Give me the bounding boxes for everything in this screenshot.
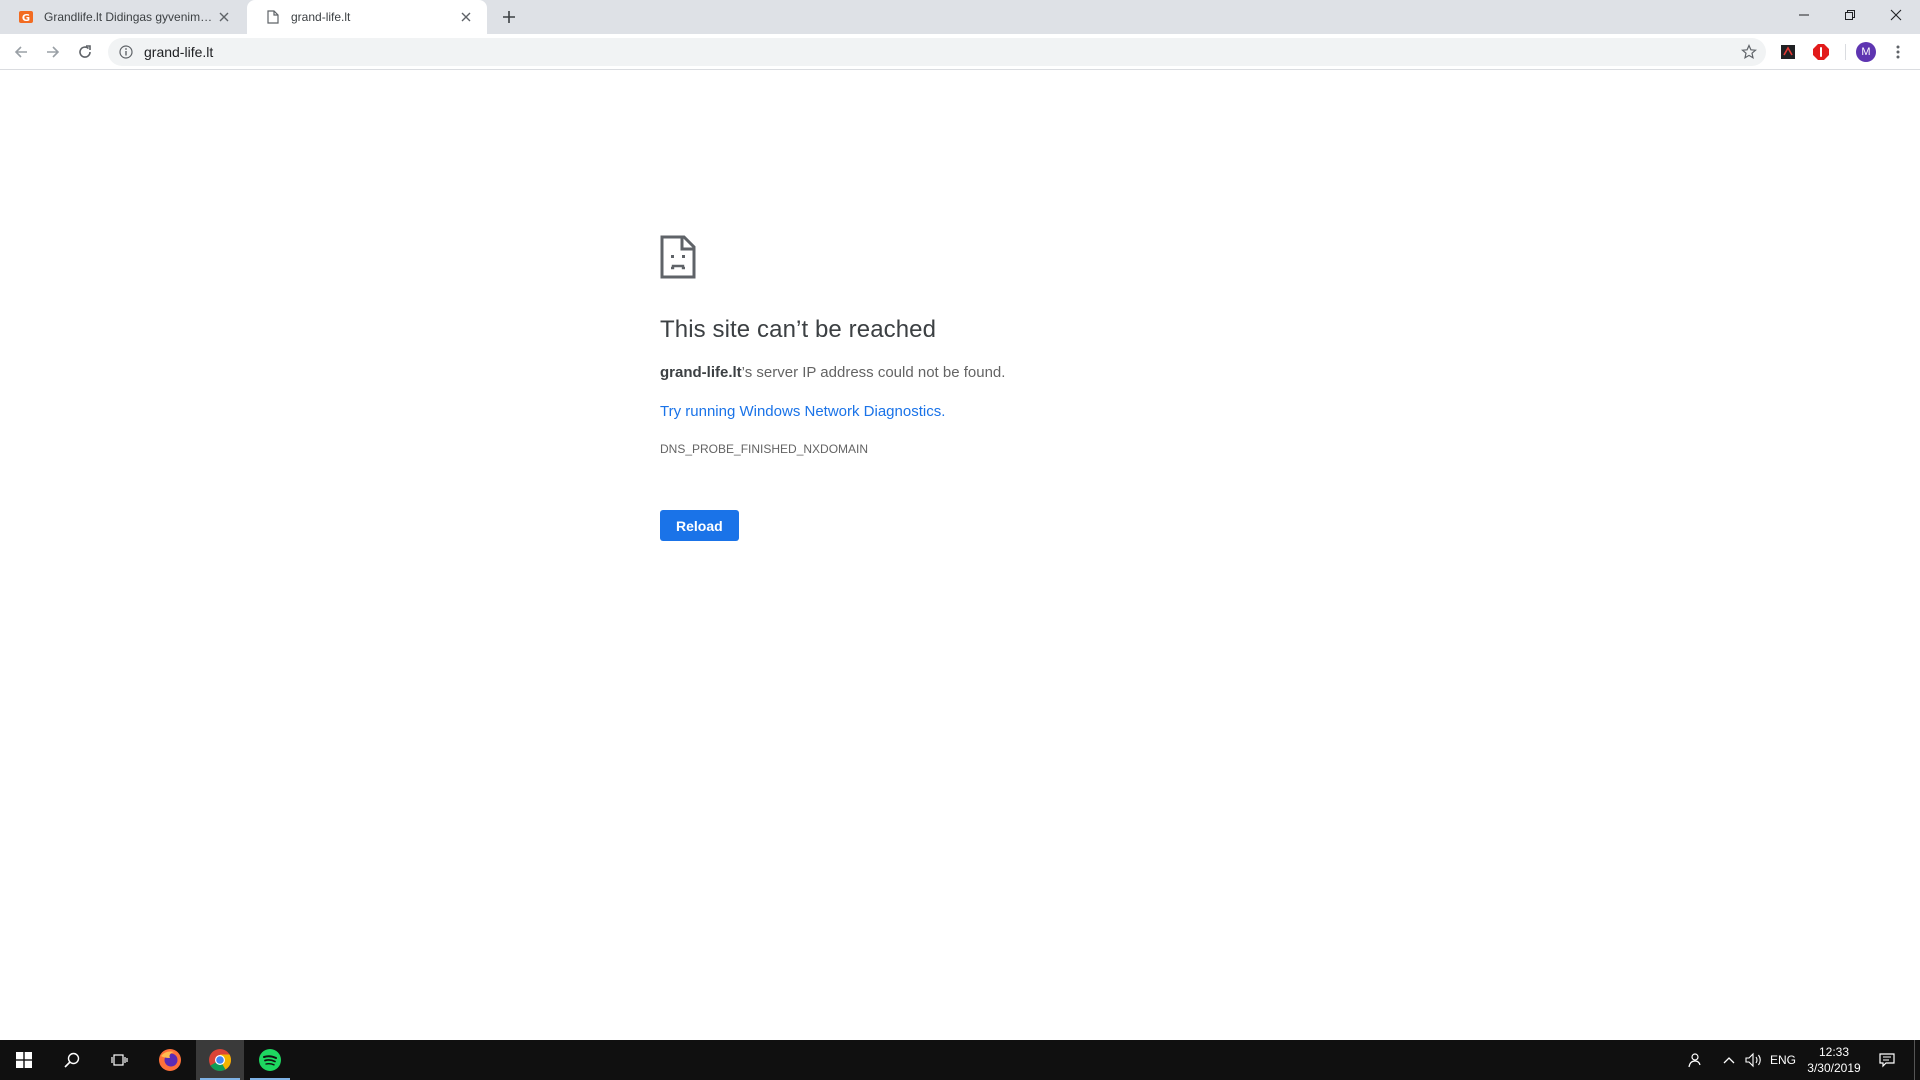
refresh-icon bbox=[79, 45, 91, 58]
more-vertical-icon bbox=[1896, 45, 1900, 59]
reload-toolbar-button[interactable] bbox=[72, 39, 98, 65]
address-bar[interactable]: grand-life.lt bbox=[108, 38, 1766, 66]
minimize-button[interactable] bbox=[1781, 0, 1827, 30]
error-page: This site can’t be reached grand-life.lt… bbox=[660, 235, 1300, 541]
people-button[interactable] bbox=[1683, 1040, 1705, 1080]
toolbar-divider bbox=[1845, 44, 1846, 60]
bookmark-star-icon[interactable] bbox=[1740, 43, 1758, 61]
extension-icon[interactable] bbox=[1779, 43, 1797, 61]
error-message-text: ’s server IP address could not be found. bbox=[741, 364, 1006, 381]
action-center-button[interactable] bbox=[1872, 1040, 1902, 1080]
notification-icon bbox=[1879, 1053, 1895, 1068]
windows-taskbar: ENG 12:33 3/30/2019 bbox=[0, 1040, 1920, 1080]
minimize-icon bbox=[1799, 14, 1809, 16]
task-view-icon bbox=[111, 1054, 128, 1066]
speaker-icon bbox=[1745, 1052, 1761, 1068]
windows-logo-icon bbox=[16, 1052, 32, 1068]
tab-grandlife[interactable]: G Grandlife.lt Didingas gyvenimas... bbox=[0, 0, 245, 34]
task-view-button[interactable] bbox=[96, 1040, 144, 1080]
svg-text:G: G bbox=[22, 13, 30, 24]
plus-icon bbox=[503, 11, 515, 23]
arrow-right-icon bbox=[47, 46, 60, 58]
close-icon bbox=[1890, 9, 1902, 21]
reload-button[interactable]: Reload bbox=[660, 510, 739, 541]
chevron-up-icon bbox=[1723, 1057, 1735, 1064]
restore-icon bbox=[1845, 10, 1855, 20]
browser-menu-button[interactable] bbox=[1888, 42, 1908, 62]
show-hidden-icons-button[interactable] bbox=[1718, 1040, 1740, 1080]
taskbar-spotify[interactable] bbox=[246, 1040, 294, 1080]
adblock-extension-icon[interactable] bbox=[1812, 43, 1830, 61]
close-window-button[interactable] bbox=[1873, 0, 1919, 30]
new-tab-button[interactable] bbox=[498, 6, 520, 28]
profile-avatar[interactable]: M bbox=[1856, 42, 1876, 62]
taskbar-clock[interactable]: 12:33 3/30/2019 bbox=[1800, 1044, 1868, 1076]
error-host: grand-life.lt bbox=[660, 364, 742, 381]
info-icon[interactable] bbox=[118, 44, 134, 60]
firefox-icon bbox=[159, 1049, 181, 1071]
restore-button[interactable] bbox=[1827, 0, 1873, 30]
chrome-icon bbox=[209, 1049, 231, 1071]
error-message: grand-life.lt’s server IP address could … bbox=[660, 364, 1300, 381]
network-diagnostics-link[interactable]: Try running Windows Network Diagnostics. bbox=[660, 403, 1300, 420]
close-tab-icon[interactable] bbox=[457, 8, 475, 26]
clock-date: 3/30/2019 bbox=[1807, 1061, 1861, 1075]
taskbar-chrome[interactable] bbox=[196, 1040, 244, 1080]
sad-page-icon bbox=[660, 235, 696, 279]
error-heading: This site can’t be reached bbox=[660, 316, 937, 343]
address-text: grand-life.lt bbox=[144, 44, 214, 60]
grandlife-favicon-icon: G bbox=[18, 9, 34, 25]
tab-title: Grandlife.lt Didingas gyvenimas... bbox=[44, 10, 215, 24]
forward-button[interactable] bbox=[40, 39, 66, 65]
close-tab-icon[interactable] bbox=[215, 8, 233, 26]
start-button[interactable] bbox=[0, 1040, 48, 1080]
error-code: DNS_PROBE_FINISHED_NXDOMAIN bbox=[660, 442, 869, 456]
tab-grand-life[interactable]: grand-life.lt bbox=[247, 0, 487, 34]
search-icon bbox=[64, 1052, 80, 1068]
tab-title: grand-life.lt bbox=[291, 10, 351, 24]
arrow-left-icon bbox=[14, 46, 27, 58]
browser-toolbar: grand-life.lt M bbox=[0, 34, 1920, 70]
volume-button[interactable] bbox=[1742, 1040, 1766, 1080]
tab-strip: G Grandlife.lt Didingas gyvenimas... gra… bbox=[0, 0, 1920, 34]
taskbar-search-button[interactable] bbox=[48, 1040, 96, 1080]
clock-time: 12:33 bbox=[1818, 1045, 1850, 1059]
input-language[interactable]: ENG bbox=[1768, 1040, 1798, 1080]
page-icon bbox=[265, 9, 281, 25]
spotify-icon bbox=[259, 1049, 281, 1071]
taskbar-firefox[interactable] bbox=[146, 1040, 194, 1080]
back-button[interactable] bbox=[8, 39, 34, 65]
show-desktop-button[interactable] bbox=[1914, 1040, 1915, 1080]
people-icon bbox=[1688, 1053, 1701, 1068]
